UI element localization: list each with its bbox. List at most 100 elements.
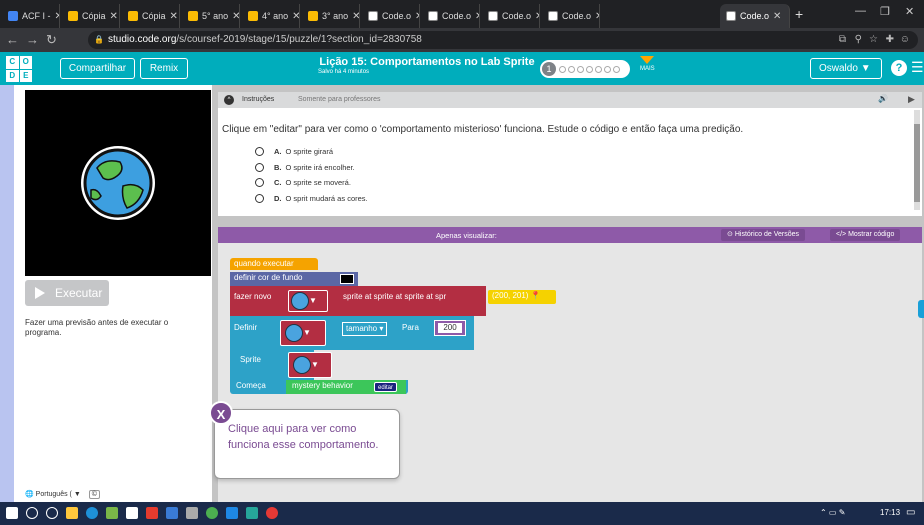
progress-dot[interactable] [559, 65, 566, 73]
browser-tab[interactable]: 4° ano ✕ [242, 4, 300, 28]
close-tab-icon[interactable]: ✕ [55, 11, 60, 22]
file-explorer-icon[interactable] [66, 507, 78, 519]
new-tab-button[interactable]: + [795, 6, 803, 22]
browser-tab[interactable]: Code.o✕ [422, 4, 480, 28]
radio-button[interactable] [255, 178, 264, 187]
app-icon[interactable] [146, 507, 158, 519]
chrome-icon[interactable] [206, 507, 218, 519]
sprite-picker[interactable]: ▼ [288, 352, 332, 378]
app-icon[interactable] [246, 507, 258, 519]
progress-dot[interactable] [595, 65, 602, 73]
notification-icon[interactable]: ▭ [906, 507, 915, 518]
browser-tab[interactable]: Code.o✕ [482, 4, 540, 28]
close-tab-icon[interactable]: ✕ [595, 11, 599, 22]
close-tab-icon[interactable]: ✕ [475, 11, 479, 22]
start-icon[interactable] [6, 507, 18, 519]
edge-icon[interactable] [86, 507, 98, 519]
lesson-title[interactable]: Lição 15: Comportamentos no Lab Sprite [318, 56, 536, 68]
browser-tab[interactable]: ACF I -✕ [2, 4, 60, 28]
close-tab-icon[interactable]: ✕ [292, 11, 299, 22]
when-run-block[interactable]: quando executar [230, 258, 318, 270]
progress-dot[interactable] [586, 65, 593, 73]
size-value-input[interactable]: 200 [434, 320, 466, 336]
user-menu-button[interactable]: Oswaldo ▼ [810, 58, 882, 79]
progress-dot[interactable] [604, 65, 611, 73]
play-audio-icon[interactable]: ▶ [908, 94, 915, 105]
edit-behavior-button[interactable]: editar [374, 382, 398, 392]
scrollbar-thumb[interactable] [914, 124, 920, 202]
url-input[interactable]: 🔒 studio.code.org/s/coursef-2019/stage/1… [88, 31, 918, 49]
browser-tab[interactable]: Code.o✕ [362, 4, 420, 28]
cast-icon[interactable]: ⧉ [839, 31, 846, 49]
speaker-icon[interactable]: 🔊 [878, 94, 888, 103]
version-history-button[interactable]: ⊙ Histórico de Versões [721, 229, 806, 241]
app-icon[interactable] [226, 507, 238, 519]
answer-option[interactable]: B. O sprite irá encolher. [255, 163, 355, 172]
search-icon[interactable] [26, 507, 38, 519]
app-icon[interactable] [106, 507, 118, 519]
app-icon[interactable] [186, 507, 198, 519]
more-button[interactable]: MAIS [640, 56, 655, 72]
browser-tab[interactable]: Cópia ✕ [62, 4, 120, 28]
back-icon[interactable]: ← [6, 32, 19, 47]
restore-icon[interactable]: ❐ [880, 5, 890, 18]
reload-icon[interactable]: ↻ [46, 32, 57, 48]
answer-option[interactable]: C. O sprite se moverá. [255, 178, 351, 187]
sprite-picker[interactable]: ▼ [280, 320, 326, 346]
mystery-behavior-block[interactable]: mystery behavior editar [286, 380, 406, 394]
show-code-button[interactable]: </> Mostrar código [830, 229, 901, 241]
browser-tab-active[interactable]: Code.o ✕ [720, 4, 790, 28]
close-tab-icon[interactable]: ✕ [415, 11, 419, 22]
set-background-block[interactable]: definir cor de fundo [230, 272, 358, 286]
minimize-icon[interactable]: — [855, 5, 866, 17]
system-tray-icons[interactable]: ⌃ ▭ ✎ [820, 508, 845, 517]
tooltip-close-button[interactable]: X [209, 401, 233, 425]
close-tab-icon[interactable]: ✕ [773, 11, 781, 22]
close-tab-icon[interactable]: ✕ [535, 11, 539, 22]
close-window-icon[interactable]: ✕ [905, 5, 914, 18]
hamburger-menu-icon[interactable]: ☰ [911, 59, 924, 76]
profile-icon[interactable]: ☺ [900, 31, 910, 49]
location-block[interactable]: (200, 201) 📍 [488, 290, 556, 304]
close-tab-icon[interactable]: ✕ [232, 11, 239, 22]
browser-tab[interactable]: Cópia ✕ [122, 4, 180, 28]
bookmark-star-icon[interactable]: ☆ [869, 31, 878, 49]
side-scroll-handle[interactable] [918, 300, 924, 318]
progress-dot[interactable] [577, 65, 584, 73]
search-icon[interactable]: ⚲ [855, 31, 862, 49]
browser-tab[interactable]: 5° ano ✕ [182, 4, 240, 28]
answer-option[interactable]: A. O sprite girará [255, 147, 333, 156]
instructions-tab[interactable]: Instruções [242, 96, 274, 103]
opera-icon[interactable] [266, 507, 278, 519]
code-org-logo[interactable]: C O D E [6, 56, 32, 82]
begin-block[interactable]: Começa mystery behavior editar [230, 380, 408, 394]
cortana-icon[interactable] [46, 507, 58, 519]
run-button[interactable]: Executar [25, 280, 109, 306]
browser-tab[interactable]: 3° ano ✕ [302, 4, 360, 28]
answer-option[interactable]: D. O sprit mudará as cores. [255, 194, 368, 203]
extension-icon[interactable]: ✚ [886, 31, 894, 49]
radio-button[interactable] [255, 147, 264, 156]
make-new-sprite-block[interactable]: fazer novo ▼ sprite at sprite at sprite … [230, 286, 486, 316]
progress-current-bubble[interactable]: 1 [542, 62, 556, 76]
forward-icon[interactable]: → [26, 32, 39, 47]
store-icon[interactable] [126, 507, 138, 519]
help-icon[interactable]: ? [891, 60, 907, 76]
sprite-picker[interactable]: ▼ [288, 290, 328, 312]
sprite-stage[interactable] [25, 90, 211, 276]
progress-dot[interactable] [613, 65, 620, 73]
progress-dot[interactable] [568, 65, 575, 73]
clock[interactable]: 17:13 [880, 508, 900, 517]
color-swatch[interactable] [340, 274, 354, 284]
sprite-block[interactable]: Sprite ▼ [230, 350, 332, 380]
collapse-icon[interactable]: ^ [224, 95, 234, 105]
app-icon[interactable] [166, 507, 178, 519]
define-block[interactable]: Definir ▼ tamanho ▾ Para 200 [230, 316, 474, 350]
radio-button[interactable] [255, 163, 264, 172]
instructions-scrollbar[interactable] [914, 110, 920, 210]
close-tab-icon[interactable]: ✕ [170, 11, 178, 22]
browser-tab[interactable]: Code.o✕ [542, 4, 600, 28]
radio-button[interactable] [255, 194, 264, 203]
close-tab-icon[interactable]: ✕ [352, 11, 359, 22]
teacher-only-tab[interactable]: Somente para professores [298, 96, 381, 103]
